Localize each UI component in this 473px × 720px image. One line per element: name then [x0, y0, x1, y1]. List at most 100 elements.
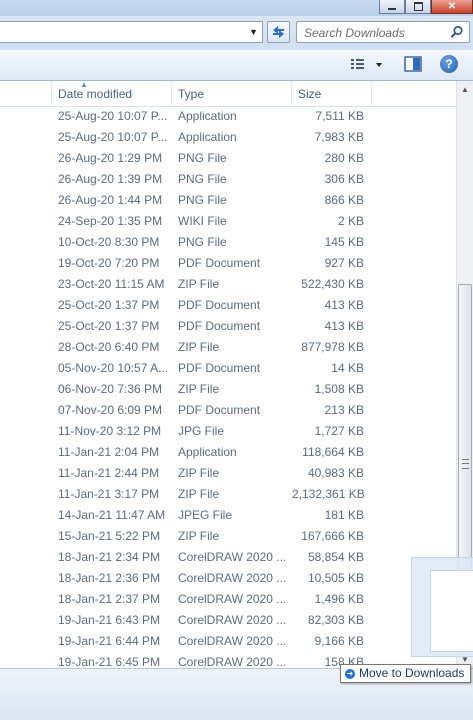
views-icon — [351, 59, 382, 69]
file-size: 1,496 KB — [314, 592, 364, 606]
file-size: 58,854 KB — [307, 550, 364, 564]
file-type: JPEG File — [178, 508, 233, 522]
file-date: 25-Aug-20 10:07 P... — [58, 130, 168, 144]
file-size: 14 KB — [331, 361, 364, 375]
file-date: 24-Sep-20 1:35 PM — [58, 214, 163, 228]
file-row[interactable]: 18-Jan-21 2:37 PM CorelDRAW 2020 ... 1,496… — [0, 589, 456, 610]
title-bar: ✕ — [0, 0, 473, 16]
file-row[interactable]: 19-Jan-21 6:44 PM CorelDRAW 2020 ... 9,166… — [0, 631, 456, 652]
refresh-button[interactable] — [267, 21, 290, 43]
file-row[interactable]: 18-Jan-21 2:36 PM CorelDRAW 2020 ... 10,50… — [0, 568, 456, 589]
file-type: ZIP File — [178, 382, 220, 396]
file-row[interactable]: 10-Oct-20 8:30 PM PNG File 145 KB — [0, 232, 456, 253]
file-row[interactable]: 11-Nov-20 3:12 PM JPG File 1,727 KB — [0, 421, 456, 442]
file-row[interactable]: 14-Jan-21 11:47 AM JPEG File 181 KB — [0, 505, 456, 526]
file-type: PNG File — [178, 235, 227, 249]
chevron-down-icon[interactable]: ▼ — [249, 27, 258, 37]
minimize-icon — [388, 8, 396, 10]
restore-button[interactable] — [405, 0, 431, 14]
file-type: PNG File — [178, 151, 227, 165]
file-date: 19-Oct-20 7:20 PM — [58, 256, 160, 270]
file-row[interactable]: 05-Nov-20 10:57 A... PDF Document 14 KB — [0, 358, 456, 379]
file-row[interactable]: 18-Jan-21 2:34 PM CorelDRAW 2020 ... 58,85… — [0, 547, 456, 568]
change-view-button[interactable] — [349, 56, 389, 74]
file-size: 927 KB — [324, 256, 364, 270]
file-size: 306 KB — [324, 172, 364, 186]
file-size: 413 KB — [324, 319, 364, 333]
file-size: 7,511 KB — [315, 109, 364, 123]
file-type: Application — [178, 109, 237, 123]
preview-pane-button[interactable] — [404, 56, 422, 75]
column-header-name[interactable] — [0, 81, 52, 106]
file-row[interactable]: 25-Oct-20 1:37 PM PDF Document 413 KB — [0, 295, 456, 316]
file-size: 7,983 KB — [314, 130, 364, 144]
file-date: 15-Jan-21 5:22 PM — [58, 529, 161, 543]
file-row[interactable]: 24-Sep-20 1:35 PM WIKI File 2 KB — [0, 211, 456, 232]
column-header-type[interactable]: Type — [172, 81, 292, 106]
navigation-bar: ▼ Search Downloads — [0, 16, 473, 50]
file-row[interactable]: 15-Jan-21 5:22 PM ZIP File 167,666 KB — [0, 526, 456, 547]
file-date: 28-Oct-20 6:40 PM — [58, 340, 160, 354]
file-row[interactable]: 11-Jan-21 2:04 PM Application 118,664 KB — [0, 442, 456, 463]
file-date: 26-Aug-20 1:29 PM — [58, 151, 163, 165]
search-icon[interactable] — [450, 25, 464, 39]
refresh-icon — [273, 26, 284, 38]
scroll-grip-icon — [462, 459, 469, 469]
file-type: ZIP File — [178, 340, 220, 354]
preview-pane-icon — [404, 56, 422, 72]
command-bar: ? — [0, 50, 473, 81]
file-row[interactable]: 19-Oct-20 7:20 PM PDF Document 927 KB — [0, 253, 456, 274]
file-type: ZIP File — [178, 466, 220, 480]
file-date: 18-Jan-21 2:36 PM — [58, 571, 161, 585]
scroll-up-icon[interactable]: ▲ — [457, 81, 473, 98]
drag-preview — [411, 557, 473, 657]
file-row[interactable]: 26-Aug-20 1:44 PM PNG File 866 KB — [0, 190, 456, 211]
file-type: PDF Document — [178, 298, 261, 312]
file-list: ▲ Date modified Type Size 25-Aug-20 10:0… — [0, 81, 456, 668]
file-size: 280 KB — [324, 151, 364, 165]
search-input[interactable]: Search Downloads — [304, 26, 405, 40]
file-date: 19-Jan-21 6:43 PM — [58, 613, 161, 627]
file-row[interactable]: 07-Nov-20 6:09 PM PDF Document 213 KB — [0, 400, 456, 421]
file-date: 25-Oct-20 1:37 PM — [58, 319, 160, 333]
file-row[interactable]: 25-Oct-20 1:37 PM PDF Document 413 KB — [0, 316, 456, 337]
search-box[interactable]: Search Downloads — [296, 21, 470, 43]
file-date: 25-Aug-20 10:07 P... — [58, 109, 168, 123]
address-bar[interactable]: ▼ — [0, 21, 263, 43]
minimize-button[interactable] — [379, 0, 405, 14]
file-type: ZIP File — [178, 487, 220, 501]
file-size: 2 KB — [337, 214, 364, 228]
close-button[interactable]: ✕ — [431, 0, 473, 14]
file-row[interactable]: 06-Nov-20 7:36 PM ZIP File 1,508 KB — [0, 379, 456, 400]
help-icon[interactable]: ? — [440, 55, 458, 73]
column-header-date[interactable]: Date modified — [52, 81, 172, 106]
file-size: 1,508 KB — [314, 382, 364, 396]
file-row[interactable]: 26-Aug-20 1:39 PM PNG File 306 KB — [0, 169, 456, 190]
file-row[interactable]: 25-Aug-20 10:07 P... Application 7,511 KB — [0, 106, 456, 127]
file-date: 11-Nov-20 3:12 PM — [58, 424, 162, 438]
window-controls: ✕ — [379, 0, 473, 14]
file-size: 40,983 KB — [307, 466, 364, 480]
file-row[interactable]: 11-Jan-21 3:17 PM ZIP File 2,132,361 KB — [0, 484, 456, 505]
file-row[interactable]: 23-Oct-20 11:15 AM ZIP File 522,430 KB — [0, 274, 456, 295]
file-size: 2,132,361 KB — [292, 487, 365, 501]
restore-icon — [413, 2, 423, 11]
file-type: JPG File — [178, 424, 225, 438]
file-row[interactable]: 25-Aug-20 10:07 P... Application 7,983 KB — [0, 127, 456, 148]
file-size: 82,303 KB — [307, 613, 364, 627]
file-date: 10-Oct-20 8:30 PM — [58, 235, 160, 249]
file-row[interactable]: 19-Jan-21 6:43 PM CorelDRAW 2020 ... 82,30… — [0, 610, 456, 631]
file-row[interactable]: 26-Aug-20 1:29 PM PNG File 280 KB — [0, 148, 456, 169]
file-row[interactable]: 11-Jan-21 2:44 PM ZIP File 40,983 KB — [0, 463, 456, 484]
file-type: PDF Document — [178, 403, 261, 417]
file-size: 866 KB — [324, 193, 364, 207]
file-row[interactable]: 28-Oct-20 6:40 PM ZIP File 877,978 KB — [0, 337, 456, 358]
file-type: PDF Document — [178, 256, 261, 270]
file-type: ZIP File — [178, 277, 220, 291]
file-size: 1,727 KB — [314, 424, 364, 438]
file-size: 10,505 KB — [307, 571, 364, 585]
file-date: 26-Aug-20 1:39 PM — [58, 172, 163, 186]
file-size: 522,430 KB — [301, 277, 364, 291]
file-type: CorelDRAW 2020 ... — [178, 613, 287, 627]
column-header-size[interactable]: Size — [292, 81, 372, 106]
